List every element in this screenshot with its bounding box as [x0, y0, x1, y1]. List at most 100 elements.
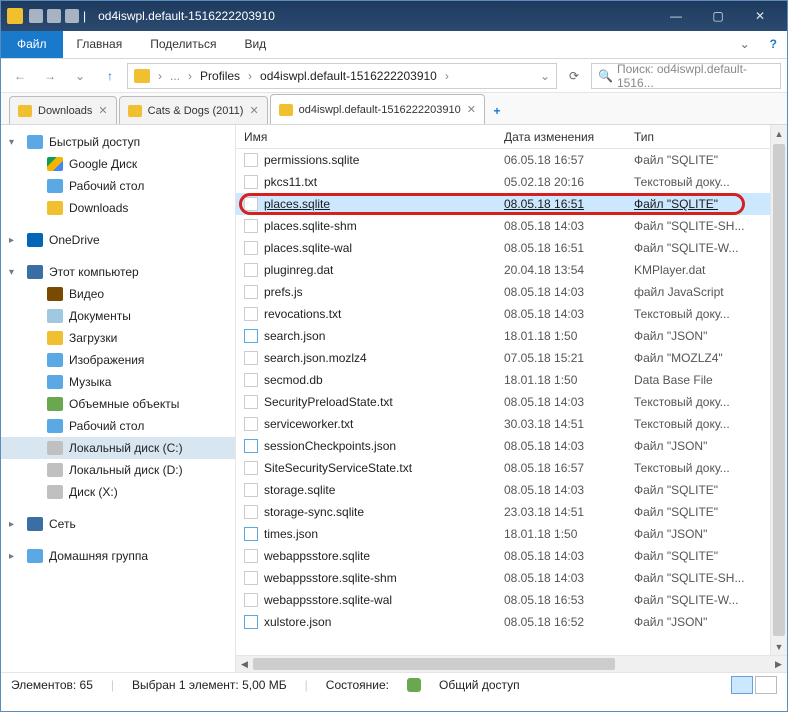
- file-row[interactable]: webappsstore.sqlite08.05.18 14:03Файл "S…: [236, 545, 770, 567]
- file-name: times.json: [264, 527, 318, 541]
- nav-item[interactable]: Downloads: [1, 197, 235, 219]
- scroll-up-icon[interactable]: ▲: [771, 125, 787, 142]
- search-icon: 🔍: [598, 69, 613, 83]
- nav-item[interactable]: Изображения: [1, 349, 235, 371]
- chevron-down-icon[interactable]: ⌄: [534, 69, 556, 83]
- file-row[interactable]: times.json18.01.18 1:50Файл "JSON": [236, 523, 770, 545]
- nav-item[interactable]: Локальный диск (D:): [1, 459, 235, 481]
- file-row[interactable]: SiteSecurityServiceState.txt08.05.18 16:…: [236, 457, 770, 479]
- thumbnails-view-button[interactable]: [755, 676, 777, 694]
- nav-item[interactable]: ▸Домашняя группа: [1, 545, 235, 567]
- scroll-thumb[interactable]: [253, 658, 615, 670]
- maximize-button[interactable]: ▢: [697, 5, 739, 27]
- file-row[interactable]: serviceworker.txt30.03.18 14:51Текстовый…: [236, 413, 770, 435]
- file-row[interactable]: secmod.db18.01.18 1:50Data Base File: [236, 369, 770, 391]
- nav-item[interactable]: Музыка: [1, 371, 235, 393]
- vertical-scrollbar[interactable]: ▲ ▼: [770, 125, 787, 655]
- file-row[interactable]: storage.sqlite08.05.18 14:03Файл "SQLITE…: [236, 479, 770, 501]
- file-name: secmod.db: [264, 373, 323, 387]
- nav-item[interactable]: ▾Быстрый доступ: [1, 131, 235, 153]
- chevron-icon[interactable]: ▸: [9, 551, 14, 562]
- chevron-icon[interactable]: ▾: [9, 267, 14, 278]
- file-date: 30.03.18 14:51: [496, 417, 626, 431]
- status-bar: Элементов: 65 | Выбран 1 элемент: 5,00 М…: [1, 672, 787, 696]
- net-icon: [27, 517, 43, 531]
- file-row[interactable]: permissions.sqlite06.05.18 16:57Файл "SQ…: [236, 149, 770, 171]
- file-row[interactable]: sessionCheckpoints.json08.05.18 14:03Фай…: [236, 435, 770, 457]
- scroll-thumb[interactable]: [773, 144, 785, 636]
- file-name: webappsstore.sqlite-wal: [264, 593, 392, 607]
- home-tab[interactable]: Главная: [63, 31, 137, 58]
- column-type[interactable]: Тип: [626, 130, 746, 144]
- search-input[interactable]: 🔍 Поиск: od4iswpl.default-1516...: [591, 63, 781, 89]
- expand-ribbon-icon[interactable]: ⌄: [730, 31, 760, 58]
- file-row[interactable]: places.sqlite-wal08.05.18 16:51Файл "SQL…: [236, 237, 770, 259]
- file-row[interactable]: xulstore.json08.05.18 16:52Файл "JSON": [236, 611, 770, 633]
- breadcrumb-item[interactable]: Profiles: [194, 69, 246, 83]
- scroll-down-icon[interactable]: ▼: [771, 638, 787, 655]
- chevron-icon[interactable]: ▾: [9, 137, 14, 148]
- nav-item[interactable]: Объемные объекты: [1, 393, 235, 415]
- nav-item[interactable]: Загрузки: [1, 327, 235, 349]
- file-row[interactable]: storage-sync.sqlite23.03.18 14:51Файл "S…: [236, 501, 770, 523]
- column-headers[interactable]: Имя Дата изменения Тип: [236, 125, 770, 149]
- recent-dropdown[interactable]: ⌄: [67, 63, 93, 89]
- folder-tab[interactable]: Cats & Dogs (2011)✕: [119, 96, 268, 124]
- file-name: places.sqlite: [264, 197, 330, 211]
- folder-tab[interactable]: Downloads✕: [9, 96, 117, 124]
- nav-label: Загрузки: [69, 331, 117, 345]
- new-tab-button[interactable]: +: [487, 104, 507, 124]
- share-tab[interactable]: Поделиться: [136, 31, 230, 58]
- column-date[interactable]: Дата изменения: [496, 130, 626, 144]
- file-date: 08.05.18 14:03: [496, 549, 626, 563]
- nav-item[interactable]: Видео: [1, 283, 235, 305]
- file-row[interactable]: SecurityPreloadState.txt08.05.18 14:03Те…: [236, 391, 770, 413]
- nav-item[interactable]: Рабочий стол: [1, 415, 235, 437]
- nav-item[interactable]: ▾Этот компьютер: [1, 261, 235, 283]
- breadcrumb[interactable]: ›... ›Profiles ›od4iswpl.default-1516222…: [127, 63, 557, 89]
- file-date: 06.05.18 16:57: [496, 153, 626, 167]
- close-icon[interactable]: ✕: [98, 104, 107, 117]
- nav-item[interactable]: ▸Сеть: [1, 513, 235, 535]
- nav-item[interactable]: Рабочий стол: [1, 175, 235, 197]
- file-row[interactable]: search.json.mozlz407.05.18 15:21Файл "MO…: [236, 347, 770, 369]
- file-icon: [244, 527, 258, 541]
- nav-item[interactable]: Документы: [1, 305, 235, 327]
- close-icon[interactable]: ✕: [249, 104, 258, 117]
- refresh-button[interactable]: ⟳: [561, 63, 587, 89]
- nav-item[interactable]: ▸OneDrive: [1, 229, 235, 251]
- file-row[interactable]: places.sqlite-shm08.05.18 14:03Файл "SQL…: [236, 215, 770, 237]
- file-tab[interactable]: Файл: [1, 31, 63, 58]
- quick-access-toolbar[interactable]: [29, 9, 79, 23]
- folder-tab[interactable]: od4iswpl.default-1516222203910✕: [270, 94, 485, 124]
- file-row[interactable]: webappsstore.sqlite-wal08.05.18 16:53Фай…: [236, 589, 770, 611]
- file-row[interactable]: webappsstore.sqlite-shm08.05.18 14:03Фай…: [236, 567, 770, 589]
- file-row[interactable]: prefs.js08.05.18 14:03файл JavaScript: [236, 281, 770, 303]
- chevron-icon[interactable]: ▸: [9, 519, 14, 530]
- scroll-right-icon[interactable]: ▶: [770, 656, 787, 672]
- file-row[interactable]: search.json18.01.18 1:50Файл "JSON": [236, 325, 770, 347]
- view-switcher[interactable]: [731, 676, 777, 694]
- close-button[interactable]: ✕: [739, 5, 781, 27]
- forward-button[interactable]: →: [37, 63, 63, 89]
- view-tab[interactable]: Вид: [230, 31, 280, 58]
- file-row[interactable]: revocations.txt08.05.18 14:03Текстовый д…: [236, 303, 770, 325]
- nav-item[interactable]: Локальный диск (C:): [1, 437, 235, 459]
- help-icon[interactable]: ?: [760, 31, 787, 58]
- minimize-button[interactable]: —: [655, 5, 697, 27]
- column-name[interactable]: Имя: [236, 130, 496, 144]
- horizontal-scrollbar[interactable]: ◀ ▶: [236, 655, 787, 672]
- scroll-left-icon[interactable]: ◀: [236, 656, 253, 672]
- nav-item[interactable]: Google Диск: [1, 153, 235, 175]
- details-view-button[interactable]: [731, 676, 753, 694]
- file-row[interactable]: pkcs11.txt05.02.18 20:16Текстовый доку..…: [236, 171, 770, 193]
- nav-item[interactable]: Диск (X:): [1, 481, 235, 503]
- file-icon: [244, 549, 258, 563]
- back-button[interactable]: ←: [7, 63, 33, 89]
- file-row[interactable]: places.sqlite08.05.18 16:51Файл "SQLITE": [236, 193, 770, 215]
- chevron-icon[interactable]: ▸: [9, 235, 14, 246]
- close-icon[interactable]: ✕: [467, 103, 476, 116]
- breadcrumb-item[interactable]: od4iswpl.default-1516222203910: [254, 69, 443, 83]
- up-button[interactable]: ↑: [97, 63, 123, 89]
- file-row[interactable]: pluginreg.dat20.04.18 13:54KMPlayer.dat: [236, 259, 770, 281]
